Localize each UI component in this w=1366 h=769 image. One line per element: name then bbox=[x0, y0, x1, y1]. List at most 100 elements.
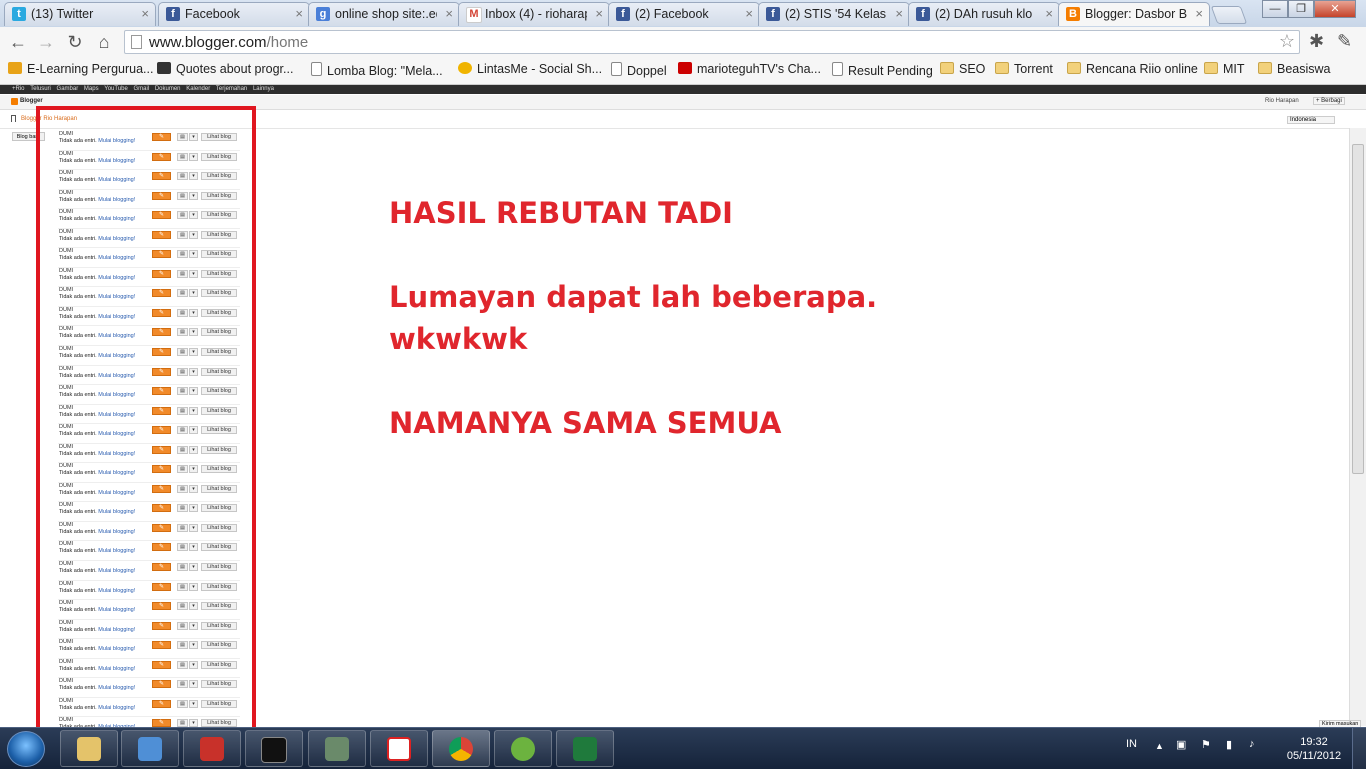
vertical-scrollbar[interactable] bbox=[1349, 128, 1366, 726]
tab-facebook-2[interactable]: f (2) Facebook × bbox=[608, 2, 760, 26]
blog-title[interactable]: DUMI bbox=[59, 307, 73, 313]
new-post-button[interactable]: ✎ bbox=[152, 269, 171, 278]
blog-title[interactable]: DUMI bbox=[59, 131, 73, 137]
new-post-button[interactable]: ✎ bbox=[152, 621, 171, 630]
url-text[interactable]: www.blogger.com/home bbox=[149, 34, 308, 51]
new-tab-button[interactable] bbox=[1210, 6, 1248, 24]
more-options-button[interactable]: ▾ bbox=[189, 504, 198, 513]
show-desktop-button[interactable] bbox=[1352, 728, 1366, 769]
gbar-item[interactable]: Maps bbox=[84, 86, 99, 92]
edit-posts-button[interactable]: ▤ bbox=[177, 660, 188, 669]
more-options-button[interactable]: ▾ bbox=[189, 289, 198, 298]
start-blogging-link[interactable]: Mulai blogging! bbox=[98, 294, 135, 300]
blog-title[interactable]: DUMI bbox=[59, 366, 73, 372]
blog-title[interactable]: DUMI bbox=[59, 561, 73, 567]
view-blog-button[interactable]: Lihat blog bbox=[201, 230, 237, 239]
more-options-button[interactable]: ▾ bbox=[189, 152, 198, 161]
view-blog-button[interactable]: Lihat blog bbox=[201, 582, 237, 591]
start-blogging-link[interactable]: Mulai blogging! bbox=[98, 588, 135, 594]
edit-posts-button[interactable]: ▤ bbox=[177, 289, 188, 298]
new-post-button[interactable]: ✎ bbox=[152, 308, 171, 317]
more-options-button[interactable]: ▾ bbox=[189, 387, 198, 396]
edit-posts-button[interactable]: ▤ bbox=[177, 250, 188, 259]
bookmark-lintasme[interactable]: LintasMe - Social Sh... bbox=[458, 62, 602, 76]
new-post-button[interactable]: ✎ bbox=[152, 660, 171, 669]
close-icon[interactable]: × bbox=[895, 6, 903, 21]
new-post-button[interactable]: ✎ bbox=[152, 328, 171, 337]
start-blogging-link[interactable]: Mulai blogging! bbox=[98, 568, 135, 574]
action-center-icon[interactable]: ⚑ bbox=[1201, 738, 1211, 751]
bookmark-star-icon[interactable]: ☆ bbox=[1279, 31, 1295, 52]
tab-facebook-stis[interactable]: f (2) STIS '54 Kelas 1F × bbox=[758, 2, 910, 26]
taskbar-utorrent[interactable] bbox=[494, 730, 552, 767]
new-post-button[interactable]: ✎ bbox=[152, 445, 171, 454]
tab-gmail[interactable]: M Inbox (4) - rioharap × bbox=[458, 2, 610, 26]
edit-posts-button[interactable]: ▤ bbox=[177, 582, 188, 591]
edit-posts-button[interactable]: ▤ bbox=[177, 563, 188, 572]
volume-icon[interactable]: ♪ bbox=[1249, 738, 1255, 750]
new-post-button[interactable]: ✎ bbox=[152, 582, 171, 591]
new-post-button[interactable]: ✎ bbox=[152, 680, 171, 689]
new-post-button[interactable]: ✎ bbox=[152, 250, 171, 259]
view-blog-button[interactable]: Lihat blog bbox=[201, 269, 237, 278]
close-icon[interactable]: × bbox=[141, 6, 149, 21]
more-options-button[interactable]: ▾ bbox=[189, 211, 198, 220]
taskbar-chrome[interactable] bbox=[432, 730, 490, 767]
more-options-button[interactable]: ▾ bbox=[189, 699, 198, 708]
blog-title[interactable]: DUMI bbox=[59, 424, 73, 430]
view-blog-button[interactable]: Lihat blog bbox=[201, 172, 237, 181]
edit-posts-button[interactable]: ▤ bbox=[177, 680, 188, 689]
taskbar-remote[interactable] bbox=[308, 730, 366, 767]
reload-icon[interactable]: ↻ bbox=[63, 31, 87, 53]
start-blogging-link[interactable]: Mulai blogging! bbox=[98, 314, 135, 320]
start-button[interactable] bbox=[7, 731, 45, 767]
blog-title[interactable]: DUMI bbox=[59, 581, 73, 587]
edit-posts-button[interactable]: ▤ bbox=[177, 699, 188, 708]
gbar-item[interactable]: YouTube bbox=[104, 86, 128, 92]
bookmark-folder-beasiswa[interactable]: Beasiswa bbox=[1258, 62, 1331, 76]
more-options-button[interactable]: ▾ bbox=[189, 367, 198, 376]
blog-title[interactable]: DUMI bbox=[59, 659, 73, 665]
bookmark-marioteguh[interactable]: marioteguhTV's Cha... bbox=[678, 62, 821, 76]
blog-crumb[interactable]: Blogger Rio Harapan bbox=[21, 116, 77, 122]
gbar-item[interactable]: Lainnya bbox=[253, 86, 274, 92]
view-blog-button[interactable]: Lihat blog bbox=[201, 191, 237, 200]
new-post-button[interactable]: ✎ bbox=[152, 563, 171, 572]
start-blogging-link[interactable]: Mulai blogging! bbox=[98, 685, 135, 691]
start-blogging-link[interactable]: Mulai blogging! bbox=[98, 275, 135, 281]
blog-title[interactable]: DUMI bbox=[59, 502, 73, 508]
start-blogging-link[interactable]: Mulai blogging! bbox=[98, 158, 135, 164]
blog-title[interactable]: DUMI bbox=[59, 678, 73, 684]
close-icon[interactable]: × bbox=[1045, 6, 1053, 21]
taskbar-app[interactable] bbox=[370, 730, 428, 767]
new-post-button[interactable]: ✎ bbox=[152, 191, 171, 200]
edit-posts-button[interactable]: ▤ bbox=[177, 328, 188, 337]
edit-posts-button[interactable]: ▤ bbox=[177, 465, 188, 474]
taskbar-book[interactable] bbox=[183, 730, 241, 767]
start-blogging-link[interactable]: Mulai blogging! bbox=[98, 373, 135, 379]
blog-title[interactable]: DUMI bbox=[59, 209, 73, 215]
start-blogging-link[interactable]: Mulai blogging! bbox=[98, 646, 135, 652]
home-icon[interactable]: ⌂ bbox=[92, 31, 116, 53]
start-blogging-link[interactable]: Mulai blogging! bbox=[98, 412, 135, 418]
blog-title[interactable]: DUMI bbox=[59, 229, 73, 235]
view-blog-button[interactable]: Lihat blog bbox=[201, 250, 237, 259]
new-post-button[interactable]: ✎ bbox=[152, 172, 171, 181]
more-options-button[interactable]: ▾ bbox=[189, 191, 198, 200]
start-blogging-link[interactable]: Mulai blogging! bbox=[98, 138, 135, 144]
close-icon[interactable]: × bbox=[445, 6, 453, 21]
tab-google-search[interactable]: g online shop site:.ed × bbox=[308, 2, 460, 26]
more-options-button[interactable]: ▾ bbox=[189, 426, 198, 435]
view-blog-button[interactable]: Lihat blog bbox=[201, 680, 237, 689]
view-blog-button[interactable]: Lihat blog bbox=[201, 211, 237, 220]
back-icon[interactable]: ← bbox=[6, 31, 30, 53]
more-options-button[interactable]: ▾ bbox=[189, 465, 198, 474]
new-post-button[interactable]: ✎ bbox=[152, 152, 171, 161]
view-blog-button[interactable]: Lihat blog bbox=[201, 308, 237, 317]
bookmark-quotes[interactable]: Quotes about progr... bbox=[157, 62, 293, 76]
new-blog-button[interactable]: Blog baru bbox=[12, 132, 45, 141]
gbar-item[interactable]: +Rio bbox=[12, 86, 25, 92]
edit-posts-button[interactable]: ▤ bbox=[177, 602, 188, 611]
view-blog-button[interactable]: Lihat blog bbox=[201, 133, 237, 141]
close-icon[interactable]: × bbox=[295, 6, 303, 21]
